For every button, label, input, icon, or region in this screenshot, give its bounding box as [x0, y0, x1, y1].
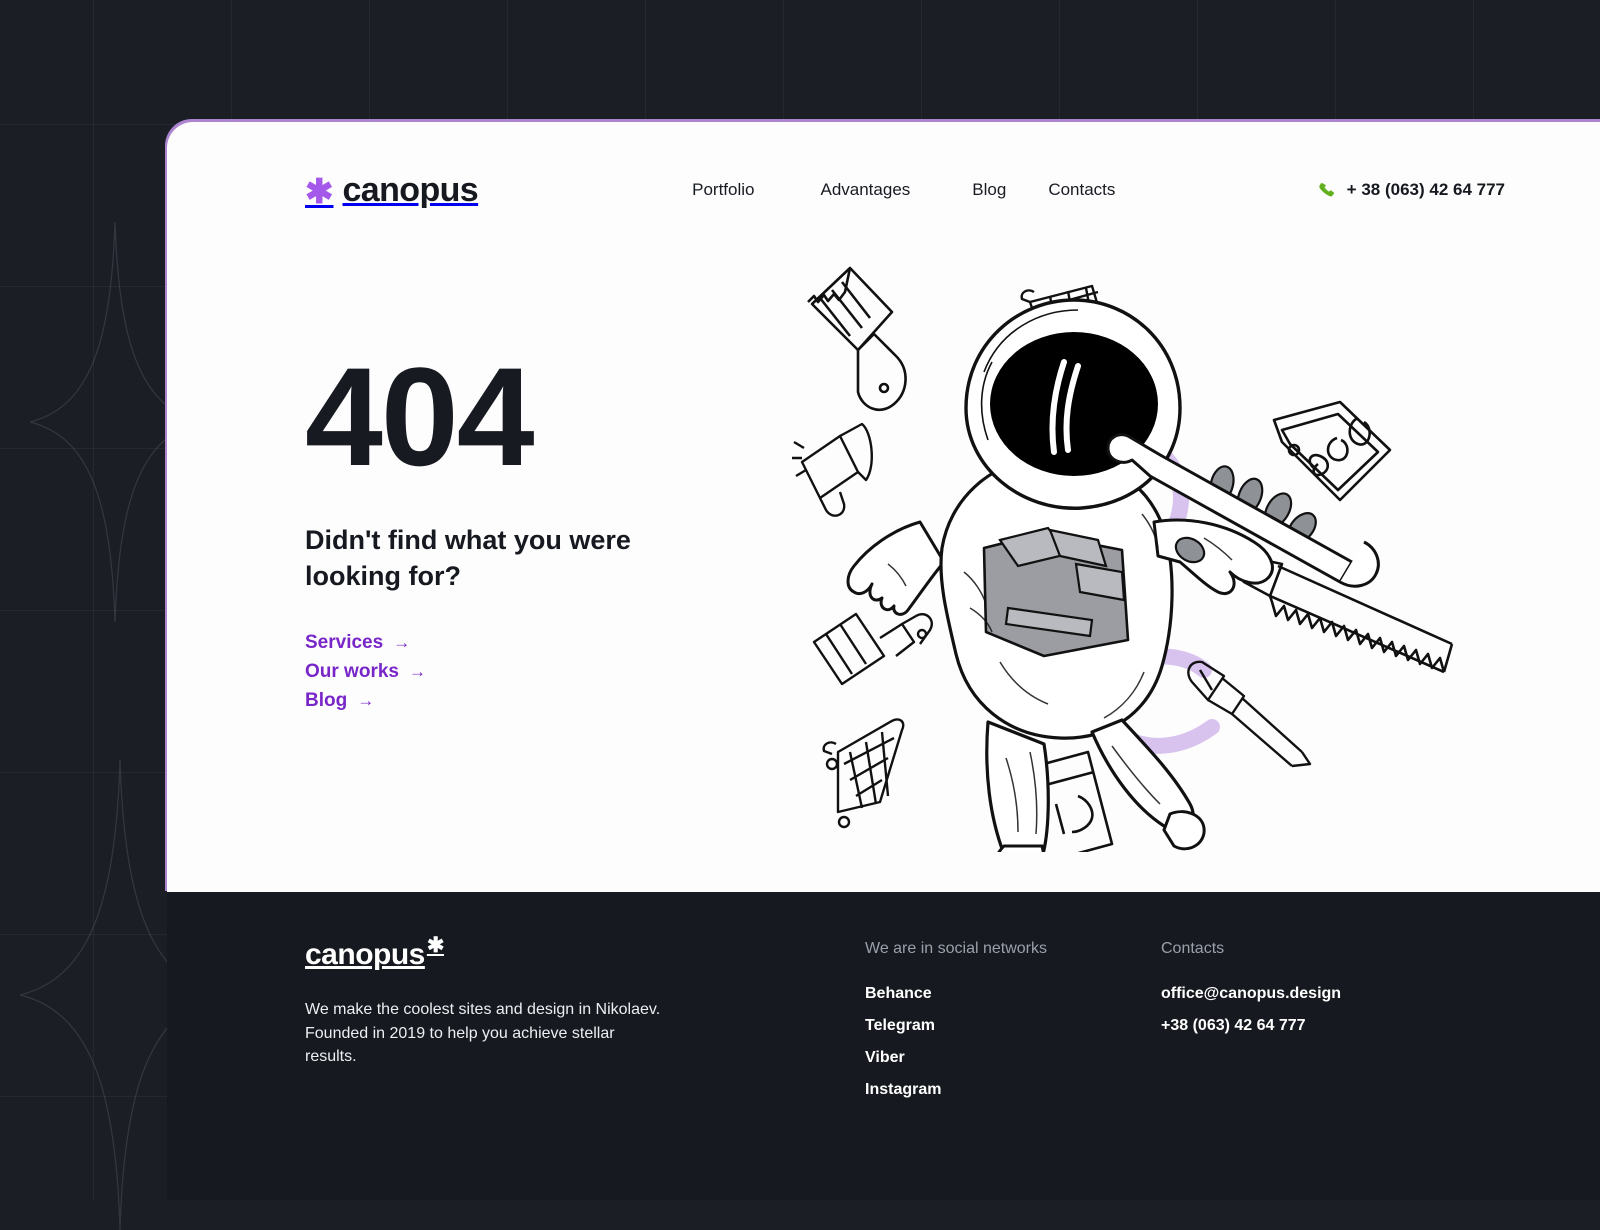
footer-social-title: We are in social networks	[865, 940, 1161, 958]
header-phone-link[interactable]: + 38 (063) 42 64 777	[1317, 180, 1505, 200]
nav-item-blog[interactable]: Blog	[972, 180, 1006, 200]
footer-description: We make the coolest sites and design in …	[305, 998, 665, 1069]
social-link-telegram[interactable]: Telegram	[865, 1017, 935, 1034]
contact-phone[interactable]: +38 (063) 42 64 777	[1161, 1017, 1306, 1034]
list-item: Telegram	[865, 1017, 1161, 1035]
hero-link-label: Our works	[305, 661, 399, 683]
megaphone-icon	[792, 424, 872, 516]
hero-link-blog[interactable]: Blog →	[305, 690, 374, 712]
nav-item-advantages[interactable]: Advantages	[820, 180, 910, 200]
footer-social-column: We are in social networks Behance Telegr…	[865, 938, 1161, 1200]
brand-logo[interactable]: ✱ canopus	[305, 171, 478, 210]
list-item: Viber	[865, 1049, 1161, 1067]
error-code-heading: 404	[305, 358, 825, 476]
header-phone-number: + 38 (063) 42 64 777	[1347, 180, 1505, 200]
shopping-basket-icon	[824, 720, 904, 827]
list-item: office@canopus.design	[1161, 985, 1341, 1003]
page-content-card: ✱ canopus Portfolio Advantages Blog Cont…	[167, 122, 1600, 892]
arrow-right-icon: →	[393, 633, 410, 653]
nav-item-contacts[interactable]: Contacts	[1048, 180, 1115, 200]
paint-brush-icon	[808, 268, 906, 410]
hero-link-list: Services → Our works → Blog →	[305, 632, 825, 712]
hero-link-our-works[interactable]: Our works →	[305, 661, 426, 683]
footer-logo[interactable]: canopus ✱	[305, 938, 444, 972]
contact-email[interactable]: office@canopus.design	[1161, 985, 1341, 1002]
arrow-right-icon: →	[409, 662, 426, 682]
hero-link-services[interactable]: Services →	[305, 632, 410, 654]
social-link-behance[interactable]: Behance	[865, 985, 932, 1002]
list-item: +38 (063) 42 64 777	[1161, 1017, 1341, 1035]
paint-roller-icon	[814, 614, 932, 684]
asterisk-icon: ✱	[427, 935, 444, 956]
hero-text-block: 404 Didn't find what you were looking fo…	[305, 358, 825, 712]
list-item: Instagram	[865, 1081, 1161, 1099]
footer-contacts-title: Contacts	[1161, 940, 1341, 958]
asterisk-icon: ✱	[305, 175, 334, 209]
hero-link-label: Blog	[305, 690, 347, 712]
footer-brand-block: canopus ✱ We make the coolest sites and …	[305, 938, 865, 1200]
nav-item-portfolio[interactable]: Portfolio	[692, 180, 754, 200]
main-navigation: Portfolio Advantages Blog Contacts	[692, 180, 1115, 200]
hero-subtitle: Didn't find what you were looking for?	[305, 522, 685, 595]
site-header: ✱ canopus Portfolio Advantages Blog Cont…	[305, 166, 1505, 214]
astronaut-with-wrench-illustration	[792, 252, 1492, 852]
social-link-instagram[interactable]: Instagram	[865, 1081, 941, 1098]
footer-contacts-column: Contacts office@canopus.design +38 (063)…	[1161, 938, 1341, 1200]
seo-price-tag-icon	[1274, 402, 1390, 500]
list-item: Behance	[865, 985, 1161, 1003]
phone-icon	[1317, 181, 1336, 200]
arrow-right-icon: →	[357, 691, 374, 711]
hero-link-label: Services	[305, 632, 383, 654]
social-link-viber[interactable]: Viber	[865, 1049, 905, 1066]
site-footer: canopus ✱ We make the coolest sites and …	[167, 892, 1600, 1200]
brand-logo-text: canopus	[343, 171, 479, 210]
footer-logo-text: canopus	[305, 938, 425, 972]
